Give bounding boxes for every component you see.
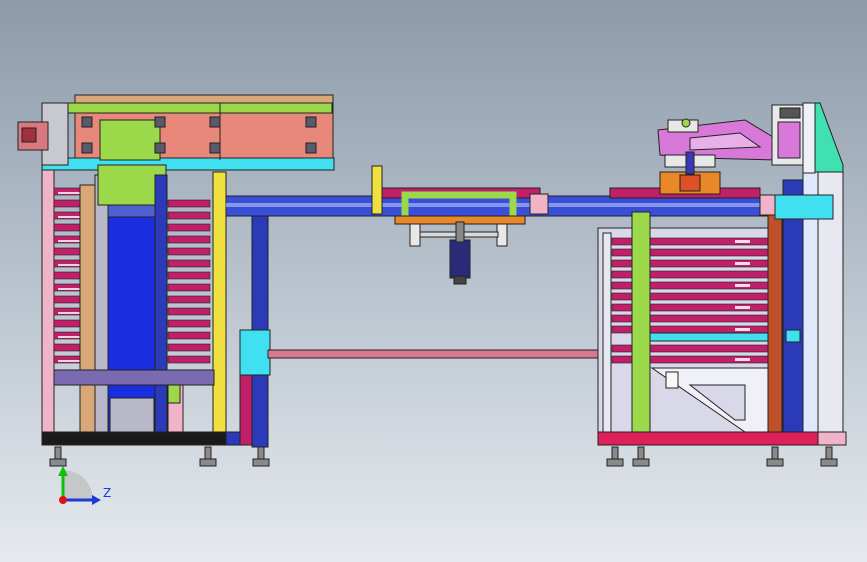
- right-rust-post: [767, 204, 783, 443]
- left-grey-column: [94, 174, 110, 436]
- left-yellow-post: [212, 171, 227, 436]
- left-stacker-unit: [17, 94, 335, 467]
- center-carriage: [371, 165, 549, 285]
- left-top-block: [99, 119, 161, 161]
- left-top-cap: [74, 94, 334, 104]
- triad-x-axis: [59, 496, 67, 504]
- left-top-cyan-bar: [41, 157, 335, 171]
- left-pink-post: [41, 169, 55, 436]
- left-leveling-feet: [49, 446, 270, 467]
- right-green-post: [631, 211, 651, 443]
- left-top-green-bar: [46, 102, 333, 114]
- left-base-bar: [41, 431, 227, 446]
- center-cylinder: [449, 239, 471, 279]
- right-base-bar: [597, 431, 844, 446]
- cad-viewport[interactable]: Z: [0, 0, 867, 562]
- lower-rail: [267, 349, 634, 359]
- machine-assembly-drawing: [17, 94, 847, 505]
- right-cyan-block: [774, 194, 834, 220]
- coordinate-triad: [58, 466, 101, 505]
- left-support-leg: [239, 211, 271, 448]
- left-tan-column: [79, 184, 96, 436]
- left-blue-column-rail: [154, 174, 168, 436]
- triad-z-label: Z: [103, 486, 112, 500]
- right-leveling-feet: [606, 446, 838, 467]
